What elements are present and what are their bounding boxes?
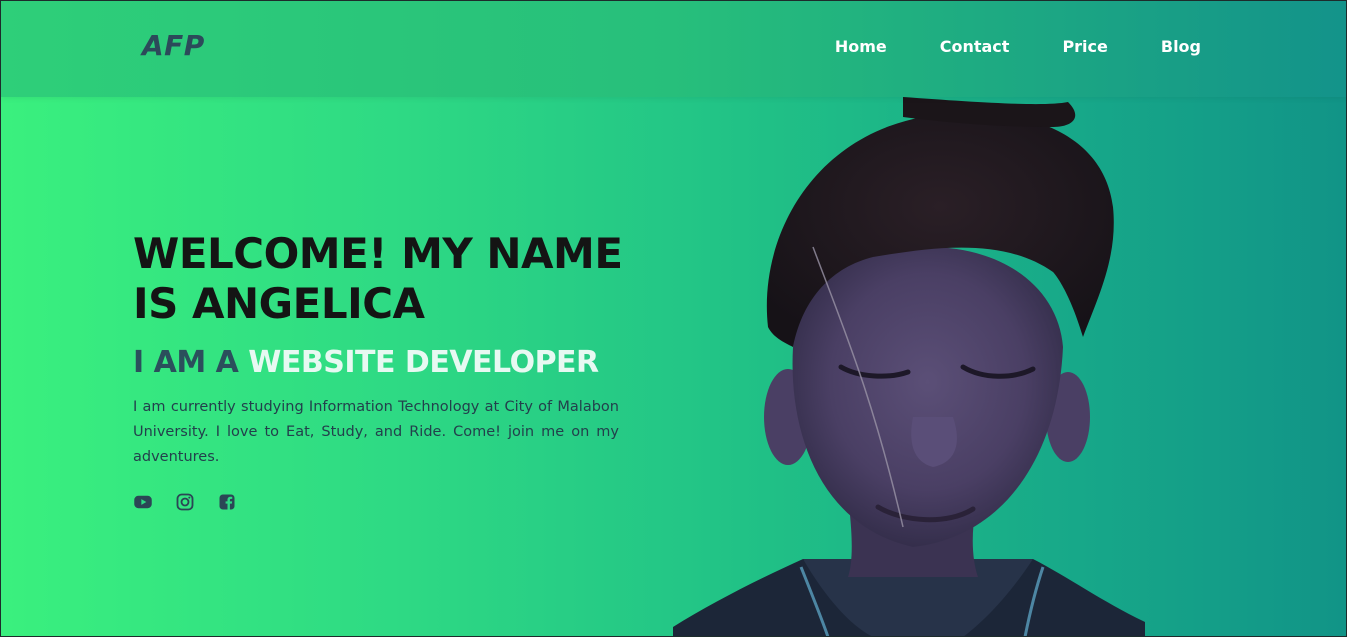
site-logo[interactable]: AFP [142, 29, 205, 62]
hero-section: WELCOME! MY NAME IS ANGELICA I AM A WEBS… [133, 229, 623, 512]
hero-subheadline: I AM A WEBSITE DEVELOPER [133, 345, 623, 381]
nav-link-price[interactable]: Price [1062, 37, 1107, 56]
instagram-icon[interactable] [175, 492, 195, 512]
portfolio-page: AFP Home Contact Price Blog WELCOME! MY … [0, 0, 1347, 637]
top-navbar: AFP Home Contact Price Blog [1, 1, 1346, 97]
subheadline-highlight: WEBSITE DEVELOPER [248, 345, 599, 380]
nav-links: Home Contact Price Blog [782, 37, 1201, 56]
nav-link-home[interactable]: Home [835, 37, 887, 56]
hero-headline: WELCOME! MY NAME IS ANGELICA [133, 229, 623, 328]
subheadline-prefix: I AM A [133, 345, 239, 380]
profile-photo [673, 97, 1145, 636]
nav-link-contact[interactable]: Contact [940, 37, 1010, 56]
youtube-icon[interactable] [133, 492, 153, 512]
hero-bio: I am currently studying Information Tech… [133, 399, 619, 465]
social-links [133, 492, 623, 512]
nav-link-blog[interactable]: Blog [1161, 37, 1201, 56]
facebook-icon[interactable] [217, 492, 237, 512]
